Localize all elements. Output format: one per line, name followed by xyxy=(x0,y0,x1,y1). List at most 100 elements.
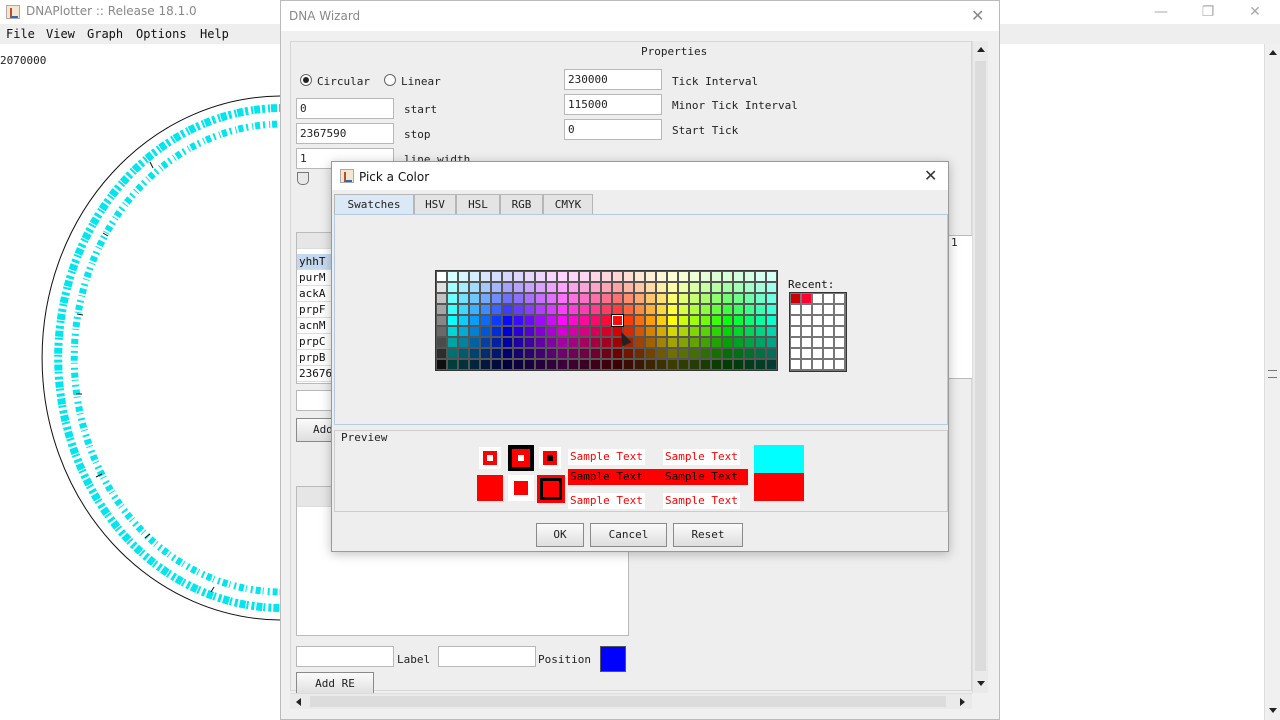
color-swatch[interactable] xyxy=(635,294,644,303)
color-swatch[interactable] xyxy=(547,305,556,314)
color-swatch[interactable] xyxy=(690,360,699,369)
color-swatch[interactable] xyxy=(503,294,512,303)
color-swatch[interactable] xyxy=(635,349,644,358)
color-swatch[interactable] xyxy=(558,316,567,325)
recent-swatch[interactable] xyxy=(824,316,833,325)
recent-swatch[interactable] xyxy=(791,338,800,347)
color-swatch[interactable] xyxy=(679,272,688,281)
color-swatch[interactable] xyxy=(514,349,523,358)
scroll-down-icon[interactable] xyxy=(977,681,985,686)
color-swatch[interactable] xyxy=(668,305,677,314)
color-swatch[interactable] xyxy=(525,283,534,292)
color-swatch[interactable] xyxy=(712,294,721,303)
color-swatch[interactable] xyxy=(712,338,721,347)
recent-swatch[interactable] xyxy=(824,338,833,347)
color-swatch[interactable] xyxy=(525,272,534,281)
color-swatch[interactable] xyxy=(646,327,655,336)
color-swatch[interactable] xyxy=(514,360,523,369)
color-swatch[interactable] xyxy=(613,360,622,369)
color-swatch[interactable] xyxy=(679,294,688,303)
color-swatch[interactable] xyxy=(503,283,512,292)
color-swatch[interactable] xyxy=(723,327,732,336)
color-swatch[interactable] xyxy=(657,283,666,292)
recent-swatch[interactable] xyxy=(813,327,822,336)
color-swatch[interactable] xyxy=(591,283,600,292)
color-swatch[interactable] xyxy=(448,283,457,292)
color-swatch[interactable] xyxy=(723,305,732,314)
swatch-grid[interactable] xyxy=(435,270,778,371)
color-swatch[interactable] xyxy=(580,283,589,292)
color-swatch[interactable] xyxy=(448,349,457,358)
color-swatch[interactable] xyxy=(668,327,677,336)
recent-swatch[interactable] xyxy=(813,360,822,369)
color-swatch[interactable] xyxy=(624,316,633,325)
color-swatch[interactable] xyxy=(569,338,578,347)
color-swatch[interactable] xyxy=(646,316,655,325)
color-swatch[interactable] xyxy=(525,360,534,369)
color-swatch[interactable] xyxy=(536,305,545,314)
recent-swatch[interactable] xyxy=(791,360,800,369)
start-field[interactable]: 0 xyxy=(296,98,394,119)
color-swatch[interactable] xyxy=(591,349,600,358)
color-swatch[interactable] xyxy=(580,338,589,347)
color-swatch[interactable] xyxy=(734,305,743,314)
color-swatch[interactable] xyxy=(668,316,677,325)
color-swatch[interactable] xyxy=(459,305,468,314)
color-swatch[interactable] xyxy=(536,360,545,369)
color-swatch[interactable] xyxy=(756,294,765,303)
recent-swatch[interactable] xyxy=(835,294,844,303)
color-swatch[interactable] xyxy=(437,349,446,358)
color-swatch[interactable] xyxy=(734,338,743,347)
color-swatch[interactable] xyxy=(635,327,644,336)
color-swatch[interactable] xyxy=(668,272,677,281)
color-swatch[interactable] xyxy=(657,338,666,347)
color-swatch[interactable] xyxy=(536,338,545,347)
recent-swatch[interactable] xyxy=(802,305,811,314)
scroll-up-icon[interactable] xyxy=(977,47,985,52)
color-swatch[interactable] xyxy=(591,316,600,325)
color-swatch[interactable] xyxy=(701,294,710,303)
color-swatch[interactable] xyxy=(591,338,600,347)
color-swatch[interactable] xyxy=(525,327,534,336)
color-swatch[interactable] xyxy=(690,272,699,281)
color-swatch[interactable] xyxy=(624,294,633,303)
re-name-field[interactable] xyxy=(296,646,394,667)
color-swatch[interactable] xyxy=(657,327,666,336)
color-swatch[interactable] xyxy=(679,349,688,358)
color-swatch[interactable] xyxy=(448,294,457,303)
color-swatch[interactable] xyxy=(701,316,710,325)
color-swatch[interactable] xyxy=(580,294,589,303)
color-swatch[interactable] xyxy=(679,283,688,292)
scroll-thumb[interactable] xyxy=(310,696,946,707)
color-swatch[interactable] xyxy=(624,272,633,281)
list-item[interactable]: 23676 xyxy=(297,366,335,382)
color-swatch[interactable] xyxy=(767,294,776,303)
color-swatch[interactable] xyxy=(558,283,567,292)
color-swatch[interactable] xyxy=(503,349,512,358)
color-swatch[interactable] xyxy=(624,360,633,369)
reset-button[interactable]: Reset xyxy=(673,523,743,547)
color-swatch[interactable] xyxy=(470,360,479,369)
color-swatch[interactable] xyxy=(690,316,699,325)
color-swatch[interactable] xyxy=(481,316,490,325)
color-swatch[interactable] xyxy=(492,272,501,281)
color-swatch[interactable] xyxy=(646,272,655,281)
color-swatch[interactable] xyxy=(558,305,567,314)
color-swatch[interactable] xyxy=(690,305,699,314)
add-button[interactable]: Add xyxy=(296,418,336,442)
color-swatch[interactable] xyxy=(558,349,567,358)
recent-swatch[interactable] xyxy=(813,305,822,314)
color-swatch[interactable] xyxy=(437,272,446,281)
color-swatch[interactable] xyxy=(767,349,776,358)
color-swatch[interactable] xyxy=(712,349,721,358)
color-swatch[interactable] xyxy=(745,327,754,336)
color-swatch[interactable] xyxy=(613,349,622,358)
circular-radio[interactable] xyxy=(300,74,312,86)
scroll-up-icon[interactable] xyxy=(1269,50,1277,55)
recent-swatch[interactable] xyxy=(824,305,833,314)
color-swatch[interactable] xyxy=(547,349,556,358)
color-swatch[interactable] xyxy=(558,272,567,281)
color-swatch[interactable] xyxy=(547,294,556,303)
color-swatch[interactable] xyxy=(481,327,490,336)
color-swatch[interactable] xyxy=(580,305,589,314)
